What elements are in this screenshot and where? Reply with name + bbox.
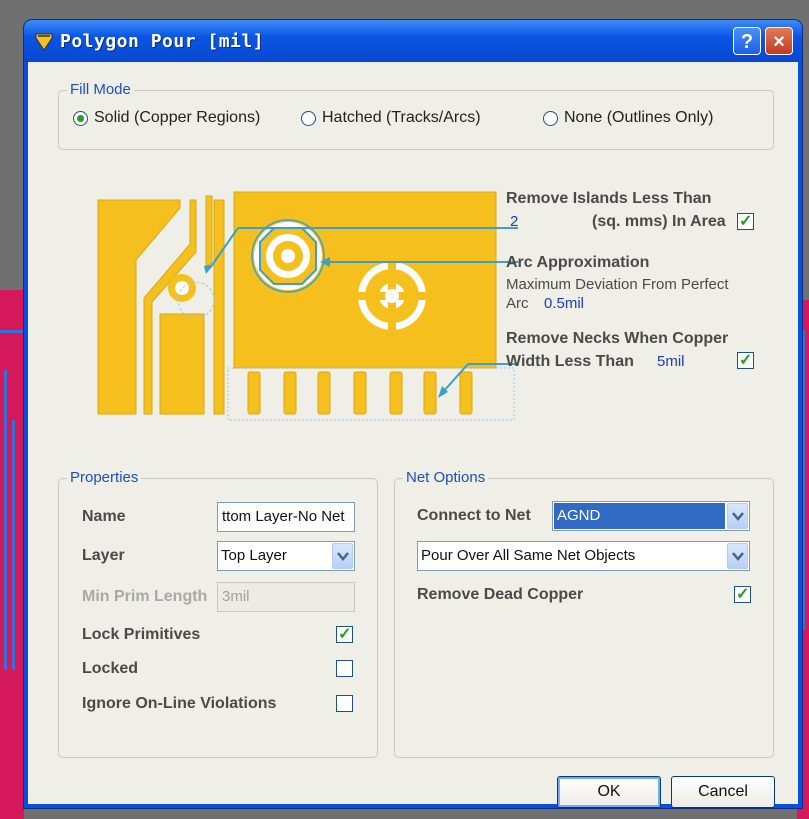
polygon-preview-illustration [97, 191, 518, 421]
locked-label: Locked [82, 660, 139, 677]
fill-solid-label: Solid (Copper Regions) [94, 109, 261, 126]
layer-select-value: Top Layer [221, 547, 287, 564]
fill-mode-group: Fill Mode Solid (Copper Regions) Hatched… [58, 81, 774, 150]
polygon-pour-dialog: Polygon Pour [mil] ? × Fill Mode Solid (… [24, 20, 802, 808]
remove-islands-checkbox[interactable] [737, 211, 754, 231]
net-options-title: Net Options [403, 469, 489, 486]
connect-to-net-select[interactable]: AGND [552, 501, 750, 531]
radio-selected-icon [73, 110, 88, 126]
arc-approx-desc-arc: Arc [506, 295, 529, 312]
fill-mode-title: Fill Mode [67, 81, 134, 98]
properties-title: Properties [67, 469, 142, 486]
radio-unselected-icon [301, 110, 316, 126]
locked-checkbox[interactable] [336, 660, 353, 677]
fill-none-label: None (Outlines Only) [564, 109, 714, 126]
polygon-pour-icon [35, 33, 53, 51]
pcb-trace [802, 330, 805, 630]
fill-hatched-radio[interactable]: Hatched (Tracks/Arcs) [301, 109, 481, 127]
remove-islands-value[interactable]: 2 [510, 213, 518, 230]
pcb-trace [12, 420, 15, 670]
name-label: Name [82, 508, 126, 525]
name-input[interactable]: ttom Layer-No Net [217, 502, 355, 532]
pcb-trace [4, 370, 7, 670]
chevron-down-icon[interactable] [727, 543, 748, 569]
help-button[interactable]: ? [733, 27, 761, 55]
fill-none-radio[interactable]: None (Outlines Only) [543, 109, 713, 127]
arc-approx-label: Arc Approximation [506, 254, 650, 271]
min-prim-length-input: 3mil [217, 582, 355, 612]
remove-necks-label: Remove Necks When Copper [506, 330, 729, 347]
radio-unselected-icon [543, 110, 558, 126]
pour-over-select[interactable]: Pour Over All Same Net Objects [417, 541, 750, 571]
pcb-trace [0, 330, 24, 333]
connect-to-net-value: AGND [554, 503, 725, 529]
chevron-down-icon[interactable] [727, 503, 748, 529]
remove-necks-checkbox[interactable] [737, 350, 754, 370]
min-prim-length-label: Min Prim Length [82, 588, 208, 605]
ignore-online-violations-label: Ignore On-Line Violations [82, 695, 277, 712]
ignore-online-violations-checkbox[interactable] [336, 695, 353, 712]
lock-primitives-checkbox[interactable] [336, 624, 353, 644]
dialog-client-area: Fill Mode Solid (Copper Regions) Hatched… [28, 62, 798, 808]
cancel-button[interactable]: Cancel [671, 776, 775, 808]
remove-islands-label: Remove Islands Less Than [506, 190, 712, 207]
arc-approx-desc: Maximum Deviation From Perfect [506, 276, 729, 293]
layer-select[interactable]: Top Layer [217, 541, 355, 571]
layer-label: Layer [82, 547, 125, 564]
pour-over-value: Pour Over All Same Net Objects [421, 547, 636, 564]
remove-necks-value[interactable]: 5mil [657, 353, 685, 370]
fill-solid-radio[interactable]: Solid (Copper Regions) [73, 109, 260, 127]
connect-to-net-label: Connect to Net [417, 507, 531, 524]
ok-button[interactable]: OK [557, 776, 661, 808]
close-button[interactable]: × [765, 27, 793, 55]
lock-primitives-label: Lock Primitives [82, 626, 201, 643]
remove-islands-unit: (sq. mms) In Area [592, 213, 726, 230]
remove-dead-copper-checkbox[interactable] [734, 584, 751, 604]
arc-approx-value[interactable]: 0.5mil [544, 295, 584, 312]
chevron-down-icon[interactable] [332, 543, 353, 569]
remove-dead-copper-label: Remove Dead Copper [417, 586, 584, 603]
title-bar[interactable]: Polygon Pour [mil] ? × [24, 20, 802, 62]
fill-hatched-label: Hatched (Tracks/Arcs) [322, 109, 481, 126]
window-title: Polygon Pour [mil] [60, 31, 265, 52]
remove-necks-width-label: Width Less Than [506, 353, 634, 370]
